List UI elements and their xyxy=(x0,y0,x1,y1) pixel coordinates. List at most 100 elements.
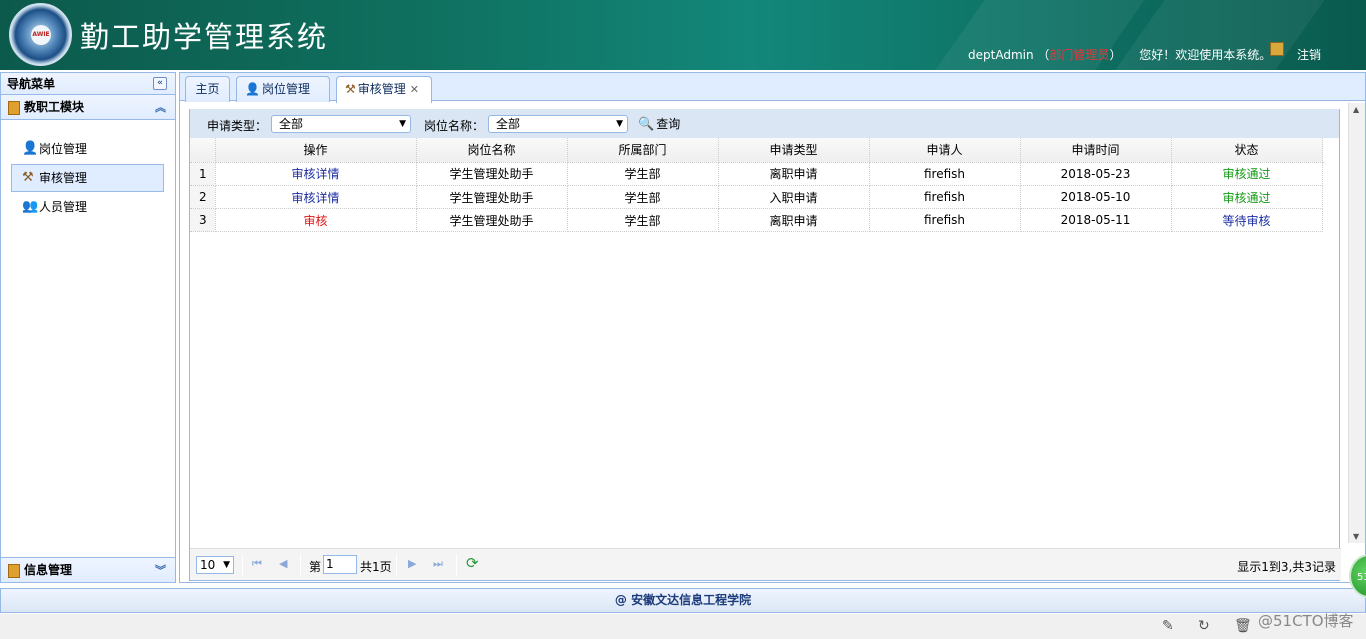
row-number-header xyxy=(190,138,216,163)
user-info: deptAdmin （部门管理员） 您好！欢迎使用本系统。 xyxy=(968,46,1271,63)
hammer-icon: ⚒ xyxy=(345,82,356,96)
type-filter-select[interactable]: 全部 ▼ xyxy=(271,115,411,133)
tab-label: 审核管理 xyxy=(357,82,406,96)
footer: @ 安徽文达信息工程学院 xyxy=(0,588,1366,613)
select-value: 全部 xyxy=(496,117,521,131)
watermark: @51CTO博客 xyxy=(1258,612,1354,630)
role-close-paren: ） xyxy=(1109,48,1122,62)
trash-icon[interactable]: 🗑 xyxy=(1234,618,1252,634)
column-header[interactable]: 申请人 xyxy=(869,138,1021,163)
user-icon: 👤 xyxy=(245,82,260,96)
column-header[interactable]: 岗位名称 xyxy=(416,138,568,163)
tab-home[interactable]: 主页 xyxy=(185,76,230,102)
separator xyxy=(456,554,457,576)
cell-post: 学生管理处助手 xyxy=(416,208,568,232)
expand-down-icon[interactable]: ︾ xyxy=(155,558,166,583)
dropdown-arrow-icon: ▼ xyxy=(223,560,230,570)
row-filler xyxy=(1322,186,1323,209)
logout-link[interactable]: 注销 xyxy=(1297,46,1321,63)
audit-detail-link[interactable]: 审核详情 xyxy=(215,185,417,209)
cell-type: 离职申请 xyxy=(718,162,870,186)
last-page-icon[interactable]: ⏭ xyxy=(433,557,443,571)
column-header[interactable]: 申请类型 xyxy=(718,138,870,163)
navigation-panel: 导航菜单 « 教职工模块 ︽ 👤 岗位管理 ⚒ 审核管理 👥 人员管理 信息管理… xyxy=(0,72,176,583)
accordion-header-staff[interactable]: 教职工模块 ︽ xyxy=(1,95,175,120)
table-row[interactable]: 3 审核 学生管理处助手 学生部 离职申请 firefish 2018-05-1… xyxy=(190,208,1323,232)
separator xyxy=(242,554,243,576)
type-filter-label: 申请类型： xyxy=(207,119,268,133)
search-button[interactable]: 🔍 查询 xyxy=(638,115,680,133)
cell-dept: 学生部 xyxy=(567,208,719,232)
separator xyxy=(300,554,301,576)
nav-item-audit-management[interactable]: ⚒ 审核管理 xyxy=(11,164,164,192)
first-page-icon[interactable]: ⏮ xyxy=(252,557,262,571)
greeting: 您好！欢迎使用本系统。 xyxy=(1139,48,1272,62)
row-number: 1 xyxy=(190,162,216,186)
nav-item-personnel-management[interactable]: 👥 人员管理 xyxy=(11,193,164,221)
table-body: 1 审核详情 学生管理处助手 学生部 离职申请 firefish 2018-05… xyxy=(190,162,1323,232)
username: deptAdmin xyxy=(968,48,1034,62)
main-content: 主页 👤岗位管理✕ ⚒审核管理 ✕ 申请类型： 全部 ▼ 岗位名称： 全部 ▼ 🔍查询 xyxy=(179,72,1366,583)
next-page-icon[interactable]: ▶ xyxy=(408,557,416,570)
door-icon[interactable] xyxy=(1270,42,1284,56)
column-header[interactable]: 所属部门 xyxy=(567,138,719,163)
pin-icon[interactable]: ✎ xyxy=(1162,618,1174,634)
user-role: 部门管理员 xyxy=(1049,48,1110,62)
audit-link[interactable]: 审核 xyxy=(215,208,417,232)
book-icon xyxy=(8,564,20,578)
page-number-input[interactable]: 1 xyxy=(323,555,357,574)
close-icon[interactable]: ✕ xyxy=(410,83,419,96)
tab-post-management[interactable]: 👤岗位管理✕ xyxy=(236,76,330,120)
accordion-body-staff: 👤 岗位管理 ⚒ 审核管理 👥 人员管理 xyxy=(1,120,175,552)
column-header[interactable]: 操作 xyxy=(215,138,417,163)
users-icon: 👥 xyxy=(22,199,39,214)
row-filler xyxy=(1322,163,1323,186)
vertical-scrollbar[interactable]: ▲ ▼ xyxy=(1348,103,1365,543)
filter-toolbar: 申请类型： 全部 ▼ 岗位名称： 全部 ▼ 🔍 查询 xyxy=(190,109,1339,138)
page-prefix: 第 xyxy=(309,560,322,574)
audit-detail-link[interactable]: 审核详情 xyxy=(215,162,417,186)
refresh-icon[interactable]: ⟳ xyxy=(466,554,479,572)
app-title: 勤工助学管理系统 xyxy=(80,20,329,54)
accordion-title: 教职工模块 xyxy=(24,100,85,114)
dropdown-arrow-icon: ▼ xyxy=(399,119,406,129)
column-header[interactable]: 状态 xyxy=(1171,138,1323,163)
cell-applicant: firefish xyxy=(869,185,1021,209)
table-row[interactable]: 2 审核详情 学生管理处助手 学生部 入职申请 firefish 2018-05… xyxy=(190,185,1323,209)
user-icon: 👤 xyxy=(22,141,39,156)
select-value: 全部 xyxy=(279,117,304,131)
cell-dept: 学生部 xyxy=(567,162,719,186)
tab-strip: 主页 👤岗位管理✕ ⚒审核管理 ✕ xyxy=(180,73,1365,120)
nav-panel-title: 导航菜单 « xyxy=(1,73,175,95)
page-size-value: 10 xyxy=(200,558,216,572)
row-number: 2 xyxy=(190,185,216,209)
accordion-header-info[interactable]: 信息管理 ︾ xyxy=(1,557,175,582)
collapse-left-icon[interactable]: « xyxy=(153,77,167,90)
collapse-up-icon[interactable]: ︽ xyxy=(155,95,166,120)
nav-item-post-management[interactable]: 👤 岗位管理 xyxy=(11,135,164,163)
pager-info: 显示1到3,共3记录 xyxy=(1237,560,1336,574)
bottom-toolbar: ✎ ↻ 🗑 xyxy=(0,614,1366,639)
hammer-icon: ⚒ xyxy=(22,170,34,185)
accordion-title: 信息管理 xyxy=(24,563,73,577)
search-label: 查询 xyxy=(656,117,681,131)
cell-date: 2018-05-11 xyxy=(1020,208,1172,232)
column-header[interactable]: 申请时间 xyxy=(1020,138,1172,163)
tab-audit-management[interactable]: ⚒ 审核管理 ✕ xyxy=(336,76,432,103)
pagination-bar: 10 ▼ ⏮ ◀ 第 1 共1页 ▶ ⏭ ⟳ 显示1到3,共3记录 xyxy=(190,548,1341,580)
page-size-select[interactable]: 10 ▼ xyxy=(196,556,234,574)
nav-item-label: 审核管理 xyxy=(39,171,88,185)
app-header: AWIE 勤工助学管理系统 deptAdmin （部门管理员） 您好！欢迎使用本… xyxy=(0,0,1366,70)
dropdown-arrow-icon: ▼ xyxy=(616,119,623,129)
share-icon[interactable]: ↻ xyxy=(1198,618,1210,634)
row-filler xyxy=(1322,209,1323,232)
post-filter-select[interactable]: 全部 ▼ xyxy=(488,115,628,133)
school-logo: AWIE xyxy=(9,3,72,66)
cell-applicant: firefish xyxy=(869,162,1021,186)
scroll-down-icon[interactable]: ▼ xyxy=(1353,532,1359,541)
table-row[interactable]: 1 审核详情 学生管理处助手 学生部 离职申请 firefish 2018-05… xyxy=(190,162,1323,186)
prev-page-icon[interactable]: ◀ xyxy=(279,557,287,570)
search-icon: 🔍 xyxy=(638,117,655,132)
scroll-up-icon[interactable]: ▲ xyxy=(1353,105,1359,114)
cell-post: 学生管理处助手 xyxy=(416,185,568,209)
